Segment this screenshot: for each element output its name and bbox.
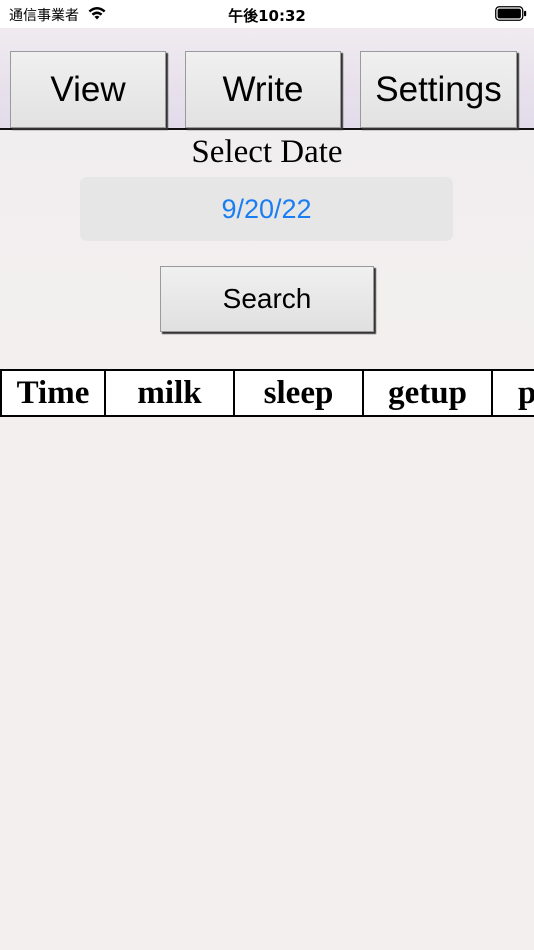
column-header-getup: getup bbox=[362, 369, 491, 417]
battery-icon bbox=[495, 6, 527, 21]
records-table[interactable]: Time milk sleep getup p bbox=[0, 369, 534, 417]
search-button[interactable]: Search bbox=[160, 266, 374, 332]
select-date-label: Select Date bbox=[191, 134, 343, 170]
settings-button[interactable]: Settings bbox=[360, 51, 517, 128]
write-button[interactable]: Write bbox=[185, 51, 341, 128]
status-bar: 通信事業者 午後10:32 bbox=[0, 0, 534, 28]
status-time: 午後10:32 bbox=[228, 7, 306, 25]
column-header-sleep: sleep bbox=[233, 369, 362, 417]
date-picker-field[interactable]: 9/20/22 bbox=[80, 177, 453, 241]
column-header-time: Time bbox=[0, 369, 104, 417]
top-navigation-bar: View Write Settings bbox=[0, 28, 534, 130]
column-header-p: p bbox=[491, 369, 534, 417]
table-header-row: Time milk sleep getup p bbox=[0, 369, 534, 417]
view-button[interactable]: View bbox=[10, 51, 166, 128]
column-header-milk: milk bbox=[104, 369, 233, 417]
